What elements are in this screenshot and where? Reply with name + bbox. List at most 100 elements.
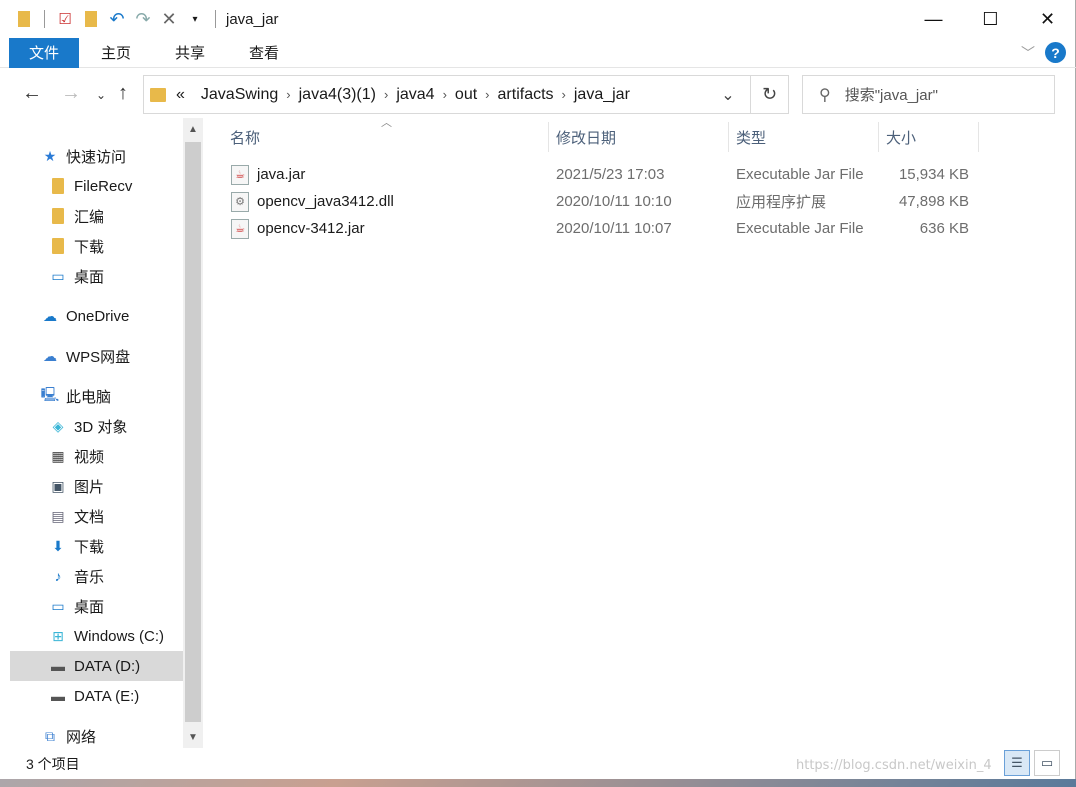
back-arrow-icon[interactable]: ←	[22, 82, 42, 105]
file-row[interactable]: ⚙ opencv_java3412.dll 2020/10/11 10:10 应…	[203, 188, 1076, 215]
status-bar: 3 个项目 https://blog.csdn.net/weixin_4 ☰ ▭	[0, 748, 1076, 779]
breadcrumb-item[interactable]: artifacts	[490, 86, 562, 104]
file-row[interactable]: ☕ opencv-3412.jar 2020/10/11 10:07 Execu…	[203, 215, 1076, 242]
breadcrumb-item[interactable]: java4	[388, 86, 442, 104]
large-icons-view-icon[interactable]: ▭	[1034, 750, 1060, 776]
sort-ascending-icon: ︿	[381, 117, 392, 129]
up-arrow-icon[interactable]: ↑	[118, 82, 128, 105]
folder-icon	[48, 177, 68, 195]
sidebar-item-filerecv[interactable]: FileRecv	[10, 171, 183, 201]
address-bar[interactable]: « JavaSwing › java4(3)(1) › java4 › out …	[143, 75, 789, 114]
sidebar-item-label: 音乐	[74, 568, 105, 586]
column-header-size[interactable]: 大小	[886, 118, 916, 156]
sidebar-item-label: 文档	[74, 508, 105, 526]
column-divider[interactable]	[978, 122, 979, 152]
sidebar-item-music[interactable]: ♪ 音乐	[10, 561, 183, 591]
sidebar-item-3d-objects[interactable]: ◈ 3D 对象	[10, 411, 183, 441]
refresh-icon[interactable]: ↻	[750, 76, 788, 113]
breadcrumb-item[interactable]: java4(3)(1)	[291, 86, 384, 104]
sidebar-item-wps-cloud[interactable]: ☁ WPS网盘	[10, 341, 183, 371]
sidebar-item-drive-d[interactable]: ▬ DATA (D:)	[10, 651, 183, 681]
properties-icon[interactable]: ☑	[55, 9, 75, 29]
sidebar-item-desktop[interactable]: ▭ 桌面	[10, 591, 183, 621]
tab-home[interactable]: 主页	[79, 38, 153, 68]
file-name: java.jar	[257, 166, 306, 183]
file-name-cell[interactable]: ⚙ opencv_java3412.dll	[231, 188, 394, 215]
scroll-down-icon[interactable]: ▼	[183, 726, 203, 748]
sidebar-item-label: 下载	[74, 238, 105, 256]
breadcrumb-item[interactable]: JavaSwing	[193, 86, 286, 104]
sidebar-item-downloads-quick[interactable]: 下载	[10, 231, 183, 261]
breadcrumb-item[interactable]: out	[447, 86, 485, 104]
ribbon-right: ﹀ ?	[1021, 42, 1066, 63]
sidebar-item-label: WPS网盘	[66, 348, 131, 366]
sidebar-item-label: 图片	[74, 478, 105, 496]
new-folder-icon[interactable]	[81, 9, 101, 29]
column-header-type[interactable]: 类型	[736, 118, 766, 156]
file-row[interactable]: ☕ java.jar 2021/5/23 17:03 Executable Ja…	[203, 161, 1076, 188]
help-icon[interactable]: ?	[1045, 42, 1066, 63]
column-divider[interactable]	[728, 122, 729, 152]
sidebar-item-drive-c[interactable]: ⊞ Windows (C:)	[10, 621, 183, 651]
tab-file[interactable]: 文件	[9, 37, 79, 68]
star-icon: ★	[43, 147, 57, 164]
drive-icon: ▬	[51, 658, 65, 674]
delete-icon[interactable]: ✕	[159, 9, 179, 29]
sidebar-item-onedrive[interactable]: ☁ OneDrive	[10, 301, 183, 331]
scroll-up-icon[interactable]: ▲	[183, 118, 203, 140]
close-button[interactable]: ✕	[1019, 0, 1076, 38]
details-view-icon[interactable]: ☰	[1004, 750, 1030, 776]
sidebar-item-label: 视频	[74, 448, 105, 466]
forward-arrow-icon[interactable]: →	[61, 82, 81, 105]
search-placeholder[interactable]: 搜索"java_jar"	[845, 84, 938, 105]
sidebar-item-drive-e[interactable]: ▬ DATA (E:)	[10, 681, 183, 711]
sidebar-item-label: FileRecv	[74, 177, 133, 195]
column-header-date[interactable]: 修改日期	[556, 118, 616, 156]
sidebar-item-desktop-quick[interactable]: ▭ 桌面	[10, 261, 183, 291]
scroll-thumb[interactable]	[185, 142, 201, 722]
file-date: 2020/10/11 10:10	[556, 193, 672, 210]
sidebar-scrollbar[interactable]: ▲ ▼	[183, 118, 203, 748]
recent-locations-chevron-icon[interactable]: ⌄	[96, 88, 106, 102]
maximize-button[interactable]: ☐	[962, 0, 1019, 38]
sidebar-item-network[interactable]: ⧉ 网络	[10, 721, 183, 751]
window-title: java_jar	[226, 10, 279, 28]
sidebar-item-videos[interactable]: ▦ 视频	[10, 441, 183, 471]
view-switcher: ☰ ▭	[1004, 750, 1060, 776]
sidebar-item-documents[interactable]: ▤ 文档	[10, 501, 183, 531]
toolbar-separator	[215, 10, 216, 28]
redo-icon[interactable]: ↷	[133, 9, 153, 29]
breadcrumb-item[interactable]: java_jar	[566, 86, 638, 104]
sidebar-item-label: 桌面	[74, 268, 105, 286]
dll-icon: ⚙	[231, 191, 249, 212]
sidebar-item-label: 此电脑	[66, 388, 112, 406]
sidebar-item-quick-access[interactable]: ★ 快速访问	[10, 141, 183, 171]
watermark-text: https://blog.csdn.net/weixin_4	[796, 758, 992, 773]
column-divider[interactable]	[548, 122, 549, 152]
sidebar-item-pictures[interactable]: ▣ 图片	[10, 471, 183, 501]
breadcrumb-overflow[interactable]: «	[166, 86, 193, 104]
search-box[interactable]: ⚲ 搜索"java_jar"	[802, 75, 1055, 114]
sidebar-item-downloads[interactable]: ⬇ 下载	[10, 531, 183, 561]
sidebar-item-label: 下载	[74, 538, 105, 556]
customize-toolbar-icon[interactable]: ▾	[185, 9, 205, 29]
minimize-button[interactable]: —	[905, 0, 962, 38]
sidebar-item-label: DATA (E:)	[74, 687, 140, 705]
address-dropdown-icon[interactable]: ⌄	[714, 76, 742, 113]
tab-view[interactable]: 查看	[227, 38, 301, 68]
undo-icon[interactable]: ↶	[107, 9, 127, 29]
column-divider[interactable]	[878, 122, 879, 152]
column-header-name[interactable]: 名称	[230, 118, 260, 156]
tab-share[interactable]: 共享	[153, 38, 227, 68]
file-name-cell[interactable]: ☕ opencv-3412.jar	[231, 215, 365, 242]
file-date: 2021/5/23 17:03	[556, 166, 665, 183]
expand-ribbon-icon[interactable]: ﹀	[1021, 43, 1035, 63]
sidebar-item-this-pc[interactable]: 🖳 此电脑	[10, 381, 183, 411]
picture-icon: ▣	[51, 477, 65, 494]
item-count: 3 个项目	[26, 755, 80, 772]
file-name-cell[interactable]: ☕ java.jar	[231, 161, 305, 188]
file-type: 应用程序扩展	[736, 194, 827, 211]
cloud-icon: ☁	[43, 307, 57, 324]
sidebar-item-assembly[interactable]: 汇编	[10, 201, 183, 231]
computer-icon: 🖳	[40, 386, 60, 402]
